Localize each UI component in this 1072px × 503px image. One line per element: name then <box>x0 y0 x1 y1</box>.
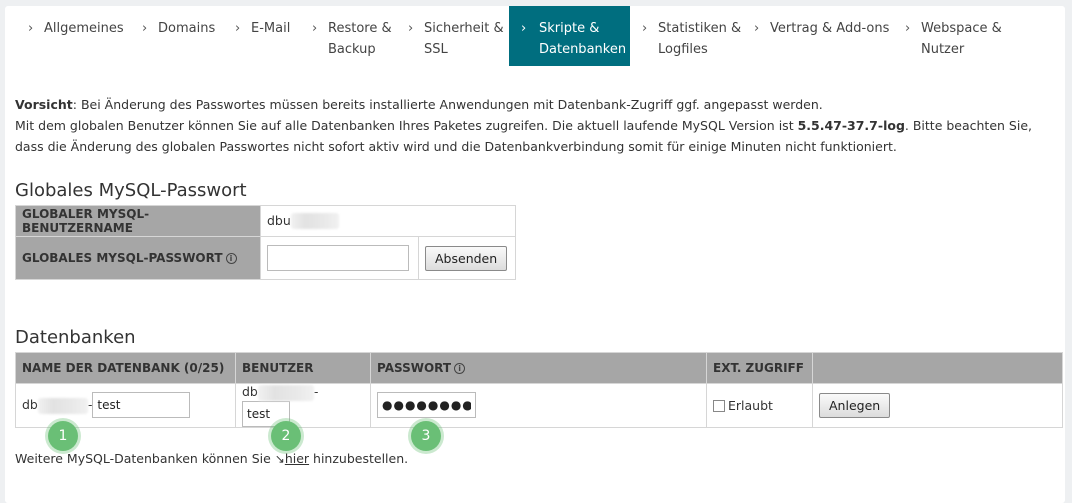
content-card: › Allgemeines › Domains › E-Mail › Resto… <box>5 6 1065 503</box>
tab-skripte-datenbanken[interactable]: › Skripte & Datenbanken <box>509 6 630 66</box>
db-password-input[interactable] <box>377 392 476 419</box>
table-row: GLOBALES MYSQL-PASSWORT i Absenden <box>15 236 516 280</box>
annotation-marker-3: 3 <box>411 421 441 451</box>
tab-sicherheit-ssl[interactable]: › Sicherheit & SSL <box>408 6 506 66</box>
chevron-right-icon: › <box>28 21 34 36</box>
ext-access-label: Erlaubt <box>728 397 773 413</box>
column-header-password: PASSWORT <box>377 361 452 375</box>
global-password-label: GLOBALES MYSQL-PASSWORT <box>22 251 223 265</box>
tab-webspace-nutzer[interactable]: › Webspace & Nutzer <box>905 6 1015 66</box>
tab-statistiken-logfiles[interactable]: › Statistiken & Logfiles <box>642 6 742 66</box>
chevron-right-icon: › <box>905 21 911 36</box>
redacted-username <box>290 213 339 230</box>
redacted-db-name <box>37 397 88 414</box>
column-header-user: BENUTZER <box>235 352 371 384</box>
tab-email[interactable]: › E-Mail <box>235 6 305 66</box>
tab-label: Sicherheit & SSL <box>424 21 504 57</box>
create-cell: Anlegen <box>812 383 1063 428</box>
tab-label: Restore & Backup <box>328 21 392 57</box>
chevron-right-icon: › <box>642 21 648 36</box>
tab-label: Vertrag & Add-ons <box>770 21 890 36</box>
tab-label: Allgemeines <box>44 21 124 36</box>
annotation-marker-1: 1 <box>48 421 78 451</box>
info-icon[interactable]: i <box>225 253 237 264</box>
global-password-heading: Globales MySQL-Passwort <box>15 180 247 201</box>
ext-access-cell: Erlaubt <box>706 383 813 428</box>
chevron-right-icon: › <box>312 21 318 36</box>
global-password-input[interactable] <box>267 245 409 271</box>
chevron-right-icon: › <box>408 21 414 36</box>
chevron-right-icon: › <box>142 21 148 36</box>
tab-label: Webspace & Nutzer <box>921 21 1002 57</box>
footer-text-before: Weitere MySQL-Datenbanken können Sie <box>15 451 275 466</box>
intro-text: Vorsicht: Bei Änderung des Passwortes mü… <box>15 94 1060 157</box>
global-user-prefix: dbu <box>267 212 291 228</box>
redacted-db-user <box>257 384 314 401</box>
annotation-marker-2: 2 <box>271 421 301 451</box>
warning-label: Vorsicht <box>15 97 73 112</box>
global-password-cell <box>260 236 419 280</box>
column-header-password-cell: PASSWORT i <box>370 352 707 384</box>
column-header-ext-access: EXT. ZUGRIFF <box>706 352 813 384</box>
info-icon[interactable]: i <box>454 363 466 374</box>
global-password-label-cell: GLOBALES MYSQL-PASSWORT i <box>15 236 261 280</box>
db-name-prefix: db <box>22 397 38 413</box>
global-user-label: GLOBALER MYSQL-BENUTZERNAME <box>15 205 261 237</box>
chevron-right-icon: › <box>235 21 241 36</box>
tab-vertrag-addons[interactable]: › Vertrag & Add-ons <box>754 6 894 66</box>
tab-domains[interactable]: › Domains <box>142 6 232 66</box>
footer-text-after: hinzubestellen. <box>309 451 409 466</box>
chevron-right-icon: › <box>521 21 527 36</box>
order-more-link[interactable]: hier <box>285 451 309 466</box>
column-header-actions <box>812 352 1063 384</box>
mysql-version: 5.5.47-37.7-log <box>797 118 905 133</box>
table-row: db- db- Erlaubt Anlegen <box>15 383 1063 428</box>
tab-restore-backup[interactable]: › Restore & Backup <box>312 6 400 66</box>
global-user-value: dbu <box>260 205 516 237</box>
arrow-icon: ↘ <box>274 452 285 466</box>
db-name-input[interactable] <box>92 392 191 419</box>
global-password-table: GLOBALER MYSQL-BENUTZERNAME dbu GLOBALES… <box>15 205 516 280</box>
databases-heading: Datenbanken <box>15 327 136 348</box>
submit-button[interactable]: Absenden <box>425 245 508 271</box>
chevron-right-icon: › <box>754 21 760 36</box>
db-user-dash: - <box>313 384 319 399</box>
db-user-cell: db - <box>235 383 371 428</box>
db-user-prefix: db <box>242 384 258 399</box>
warning-text: : Bei Änderung des Passwortes müssen ber… <box>72 97 823 112</box>
column-header-name: NAME DER DATENBANK (0/25) <box>15 352 236 384</box>
global-user-info: Mit dem globalen Benutzer können Sie auf… <box>15 118 798 133</box>
tab-label: Domains <box>158 21 216 36</box>
tab-bar: › Allgemeines › Domains › E-Mail › Resto… <box>5 6 1065 66</box>
table-row: GLOBALER MYSQL-BENUTZERNAME dbu <box>15 205 516 237</box>
tab-label: Skripte & Datenbanken <box>539 21 627 57</box>
tab-label: Statistiken & Logfiles <box>658 21 742 57</box>
footer-note: Weitere MySQL-Datenbanken können Sie ↘hi… <box>15 451 408 466</box>
databases-table: NAME DER DATENBANK (0/25) BENUTZER PASSW… <box>15 352 1063 428</box>
ext-access-checkbox[interactable] <box>713 399 725 412</box>
table-header-row: NAME DER DATENBANK (0/25) BENUTZER PASSW… <box>15 352 1063 384</box>
create-database-button[interactable]: Anlegen <box>819 392 891 418</box>
db-name-cell: db - <box>15 383 236 428</box>
db-password-cell <box>370 383 707 428</box>
tab-allgemeines[interactable]: › Allgemeines <box>28 6 138 66</box>
tab-label: E-Mail <box>251 21 291 36</box>
submit-cell: Absenden <box>418 236 516 280</box>
